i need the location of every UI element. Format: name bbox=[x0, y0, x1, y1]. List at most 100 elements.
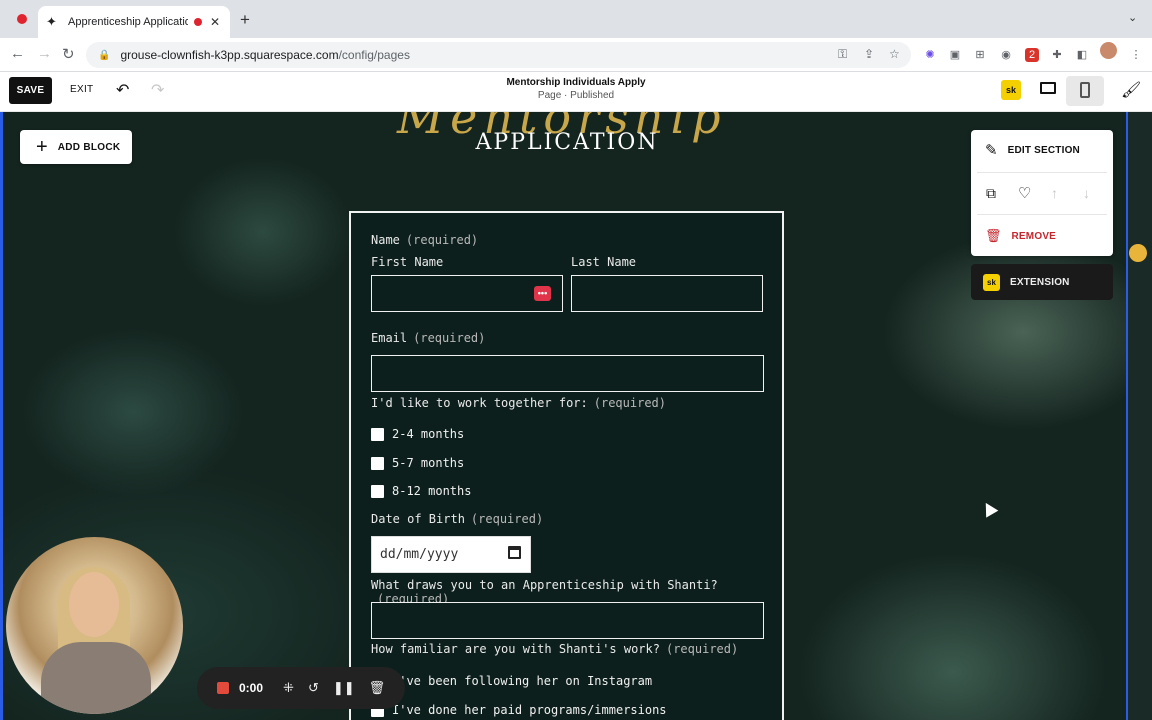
dob-date-input[interactable]: dd/mm/yyyy bbox=[371, 536, 531, 573]
squarekit-icon: sk bbox=[983, 273, 1000, 291]
dob-label: Date of Birth (required) bbox=[371, 512, 543, 526]
add-block-button[interactable]: + ADD BLOCK bbox=[20, 130, 132, 164]
remove-section-button[interactable]: 🗑 REMOVE bbox=[971, 216, 1113, 256]
email-label-text: Email bbox=[371, 331, 408, 345]
extension-camera-icon[interactable]: ▣ bbox=[948, 48, 962, 62]
squarekit-extension-icon[interactable]: sk bbox=[1001, 80, 1021, 100]
close-tab-icon[interactable]: ✕ bbox=[210, 15, 220, 29]
required-indicator: (required) bbox=[665, 642, 739, 656]
move-down-icon[interactable]: ↓ bbox=[1083, 185, 1090, 201]
familiar-label: How familiar are you with Shanti's work?… bbox=[371, 642, 738, 656]
required-indicator: (required) bbox=[405, 233, 479, 247]
edit-section-label: EDIT SECTION bbox=[1007, 144, 1080, 156]
page-status: Page · Published bbox=[537, 90, 615, 101]
screen-recorder-bar: 0:00 ⁜ ↺ ❚❚ 🗑 bbox=[197, 667, 405, 709]
webcam-person-face bbox=[69, 572, 119, 637]
browser-tab[interactable]: ✦ Apprenticeship Application ✕ bbox=[38, 6, 230, 38]
hero-subtitle: APPLICATION bbox=[475, 130, 659, 155]
option-paid-programs-label: I've done her paid programs/immersions bbox=[392, 703, 667, 717]
extension-mail-icon[interactable]: 2 bbox=[1025, 48, 1039, 62]
divider bbox=[977, 214, 1107, 215]
restart-icon[interactable]: ↺ bbox=[308, 680, 319, 696]
option-8-12-months-label: 8-12 months bbox=[392, 484, 472, 498]
webcam-person-body bbox=[41, 642, 151, 714]
section-actions-panel: ✎ EDIT SECTION ⧉ ♡ ↑ ↓ 🗑 REMOVE bbox=[971, 130, 1113, 256]
pencil-icon: ✎ bbox=[985, 142, 998, 159]
webcam-overlay bbox=[6, 537, 183, 714]
assistant-bubble-icon[interactable] bbox=[1129, 244, 1147, 262]
option-2-4-months-label: 2-4 months bbox=[392, 427, 465, 441]
required-indicator: (required) bbox=[593, 396, 666, 410]
extension-screenshot-icon[interactable]: ◉ bbox=[999, 48, 1013, 62]
lock-icon[interactable]: 🔒 bbox=[98, 50, 110, 61]
profile-avatar[interactable] bbox=[1100, 42, 1117, 59]
option-5-7-months-label: 5-7 months bbox=[392, 456, 465, 470]
editor-toolbar: SAVE EXIT ↶ ↷ Mentorship Individuals App… bbox=[0, 72, 1152, 112]
site-styles-brush-icon[interactable]: 🖌 bbox=[1121, 80, 1141, 100]
required-indicator: (required) bbox=[470, 512, 544, 526]
section-icon-row: ⧉ ♡ ↑ ↓ bbox=[971, 176, 1113, 210]
familiar-label-text: How familiar are you with Shanti's work? bbox=[371, 642, 660, 656]
browser-toolbar: ← → ↻ 🔒 grouse-clownfish-k3pp.squarespac… bbox=[0, 38, 1152, 72]
extensions-puzzle-icon[interactable]: ✚ bbox=[1050, 48, 1064, 62]
work-duration-label: I'd like to work together for: (required) bbox=[371, 396, 666, 410]
divider bbox=[977, 172, 1107, 173]
add-block-label: ADD BLOCK bbox=[57, 141, 121, 153]
calendar-icon[interactable] bbox=[508, 546, 521, 559]
heart-icon[interactable]: ♡ bbox=[1018, 184, 1031, 202]
first-name-input[interactable]: ••• bbox=[371, 275, 563, 312]
stop-recording-icon[interactable] bbox=[217, 682, 229, 694]
extension-button[interactable]: sk EXTENSION bbox=[971, 264, 1113, 300]
work-duration-label-text: I'd like to work together for: bbox=[371, 396, 588, 410]
squarespace-favicon-icon: ✦ bbox=[46, 14, 57, 29]
desktop-view-icon[interactable] bbox=[1040, 82, 1056, 94]
extension-label: EXTENSION bbox=[1010, 276, 1070, 288]
name-label: Name (required) bbox=[371, 233, 478, 247]
extension-grid-icon[interactable]: ⊞ bbox=[973, 48, 987, 62]
extension-badge: 2 bbox=[1028, 49, 1036, 61]
save-button[interactable]: SAVE bbox=[9, 77, 52, 104]
pause-icon[interactable]: ❚❚ bbox=[333, 680, 355, 696]
recording-indicator-icon bbox=[17, 14, 27, 24]
new-tab-icon[interactable]: + bbox=[240, 10, 250, 30]
star-icon[interactable]: ☆ bbox=[889, 47, 900, 61]
remove-label: REMOVE bbox=[1011, 230, 1057, 242]
exit-button[interactable]: EXIT bbox=[70, 84, 93, 95]
tab-recording-icon bbox=[194, 18, 202, 26]
browser-tab-strip: ✦ Apprenticeship Application ✕ + ⌄ bbox=[0, 0, 1152, 38]
extension-flower-icon[interactable]: ✺ bbox=[923, 48, 937, 62]
sidebar-icon[interactable]: ◧ bbox=[1075, 48, 1089, 62]
last-name-input[interactable] bbox=[571, 275, 763, 312]
kebab-menu-icon[interactable]: ⋮ bbox=[1129, 48, 1143, 62]
edit-section-button[interactable]: ✎ EDIT SECTION bbox=[971, 130, 1113, 170]
redo-icon[interactable]: ↷ bbox=[151, 80, 164, 100]
draws-input[interactable] bbox=[371, 602, 764, 639]
password-manager-icon[interactable]: ••• bbox=[534, 286, 551, 301]
email-label: Email (required) bbox=[371, 331, 485, 345]
option-instagram-label: I've been following her on Instagram bbox=[392, 674, 653, 688]
checkbox-2-4-months[interactable] bbox=[371, 428, 384, 441]
draws-label-text: What draws you to an Apprenticeship with… bbox=[371, 578, 718, 592]
dob-label-text: Date of Birth bbox=[371, 512, 465, 526]
url-text: grouse-clownfish-k3pp.squarespace.com/co… bbox=[120, 48, 410, 62]
address-bar[interactable]: 🔒 grouse-clownfish-k3pp.squarespace.com/… bbox=[86, 42, 911, 68]
email-input[interactable] bbox=[371, 355, 764, 392]
checkbox-8-12-months[interactable] bbox=[371, 485, 384, 498]
mouse-cursor-icon bbox=[979, 499, 999, 518]
recording-timer: 0:00 bbox=[239, 681, 264, 695]
first-name-label: First Name bbox=[371, 255, 444, 269]
forward-icon[interactable]: → bbox=[37, 45, 52, 62]
share-icon[interactable]: ⇪ bbox=[864, 47, 874, 61]
mobile-view-icon[interactable] bbox=[1080, 82, 1090, 98]
tab-search-chevron-icon[interactable]: ⌄ bbox=[1128, 11, 1137, 24]
drag-handle-icon[interactable]: ⁜ bbox=[283, 680, 294, 696]
key-icon[interactable]: ⚿ bbox=[838, 47, 847, 62]
duplicate-icon[interactable]: ⧉ bbox=[986, 185, 996, 202]
back-icon[interactable]: ← bbox=[10, 45, 25, 62]
plus-icon: + bbox=[36, 136, 48, 158]
undo-icon[interactable]: ↶ bbox=[116, 80, 129, 100]
reload-icon[interactable]: ↻ bbox=[62, 45, 75, 63]
delete-recording-icon[interactable]: 🗑 bbox=[369, 680, 386, 696]
checkbox-5-7-months[interactable] bbox=[371, 457, 384, 470]
move-up-icon[interactable]: ↑ bbox=[1051, 185, 1058, 201]
